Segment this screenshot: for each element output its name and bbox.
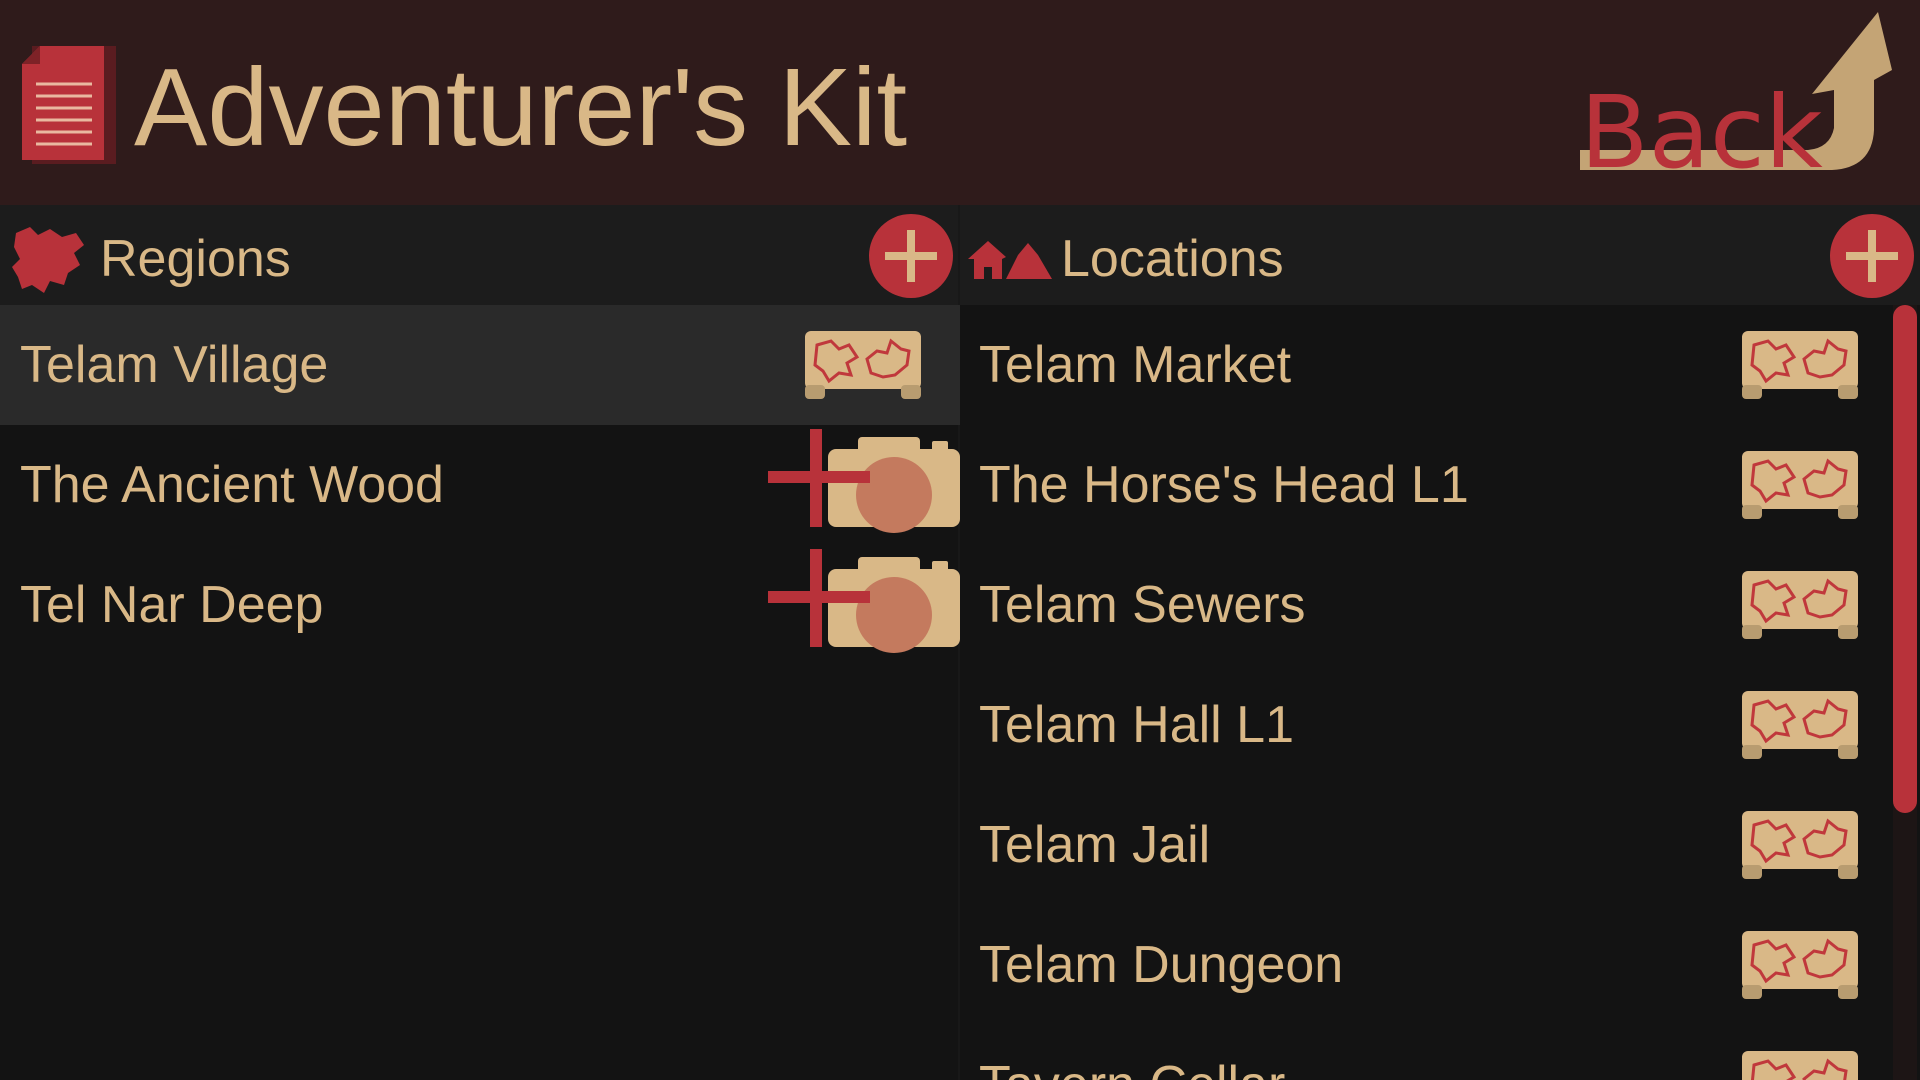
region-map-icon [12,227,84,293]
region-label: Tel Nar Deep [20,576,324,634]
add-region-button[interactable] [869,214,953,298]
scrollbar-thumb[interactable] [1893,305,1917,813]
location-row[interactable]: The Horse's Head L1 [960,425,1885,545]
document-icon [22,46,116,164]
map-icon[interactable] [1740,809,1860,881]
location-label: Telam Dungeon [979,936,1344,994]
location-row[interactable]: Telam Sewers [960,545,1885,665]
location-label: The Horse's Head L1 [979,456,1469,514]
back-button[interactable]: Back [1572,10,1902,200]
region-row[interactable]: Telam Village [0,305,960,425]
region-label: The Ancient Wood [20,456,444,514]
back-label: Back [1580,74,1823,191]
locations-scrollbar[interactable] [1893,305,1917,1080]
location-label: Tavern Cellar [979,1055,1285,1080]
map-icon[interactable] [1740,449,1860,521]
locations-title: Locations [1061,230,1284,288]
map-icon[interactable] [1740,1049,1860,1080]
regions-list: Telam Village The Ancient Wood Tel Nar D… [0,305,960,665]
houses-icon [968,241,1052,279]
location-row[interactable]: Telam Jail [960,785,1885,905]
app-header: Adventurer's Kit Back [0,0,1920,205]
regions-title: Regions [100,230,291,288]
plus-icon [1846,230,1898,282]
regions-header: Regions [0,205,960,305]
map-icon[interactable] [1740,689,1860,761]
plus-icon [885,230,937,282]
add-location-button[interactable] [1830,214,1914,298]
location-row[interactable]: Telam Market [960,305,1885,425]
locations-list: Telam Market The Horse's Head L1 Telam S… [960,305,1885,1080]
location-row[interactable]: Telam Hall L1 [960,665,1885,785]
add-photo-icon[interactable] [766,429,960,541]
add-photo-icon[interactable] [766,549,960,661]
map-icon[interactable] [1740,329,1860,401]
locations-header: Locations [960,205,1920,305]
app-title: Adventurer's Kit [134,46,908,169]
location-row[interactable]: Telam Dungeon [960,905,1885,1025]
location-row[interactable]: Tavern Cellar [960,1025,1885,1080]
map-icon[interactable] [1740,929,1860,1001]
region-label: Telam Village [20,336,329,394]
location-label: Telam Sewers [979,576,1306,634]
map-icon[interactable] [803,329,923,401]
location-label: Telam Jail [979,816,1211,874]
map-icon[interactable] [1740,569,1860,641]
location-label: Telam Market [979,336,1292,394]
region-row[interactable]: The Ancient Wood [0,425,960,545]
region-row[interactable]: Tel Nar Deep [0,545,960,665]
location-label: Telam Hall L1 [979,696,1295,754]
